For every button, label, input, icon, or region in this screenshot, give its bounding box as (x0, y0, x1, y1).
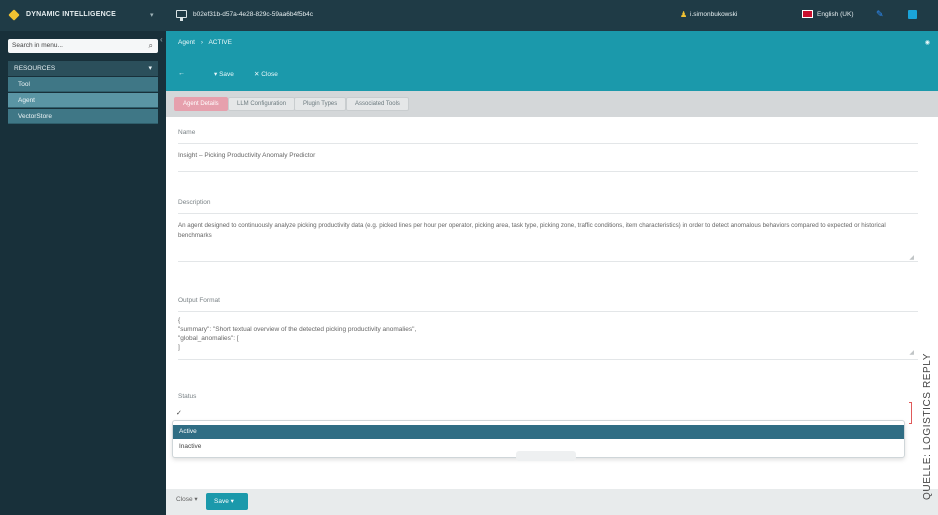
output-format-label: Output Format (178, 297, 220, 304)
resize-handle-icon[interactable]: ◢ (909, 254, 914, 261)
breadcrumb-current: ACTIVE (208, 39, 232, 46)
name-field[interactable]: Insight – Picking Productivity Anomaly P… (178, 152, 315, 159)
sidebar-item-label: Tool (18, 81, 30, 88)
tab-plugin-types[interactable]: Plugin Types (294, 97, 347, 111)
resize-handle-icon[interactable]: ◢ (909, 349, 914, 356)
source-watermark: QUELLE: LOGISTICS REPLY (922, 353, 933, 500)
save-button[interactable]: Save ▾ (206, 493, 248, 510)
main-content: Agent › ACTIVE ◉ ← ▾ Save ✕ Close Agent … (166, 31, 938, 515)
sidebar-item-label: VectorStore (18, 113, 52, 120)
description-label: Description (178, 199, 211, 206)
divider (178, 171, 918, 172)
tab-llm-configuration[interactable]: LLM Configuration (228, 97, 296, 111)
close-action-label: Close (261, 71, 278, 78)
bottom-action-bar: Close ▾ Save ▾ (166, 489, 938, 515)
save-label: Save (214, 498, 229, 505)
sidebar-item-tool[interactable]: Tool (8, 77, 158, 92)
header-menu-icon[interactable]: ◉ (925, 39, 930, 46)
cancel-button[interactable]: Close ▾ (176, 495, 198, 503)
back-button[interactable]: ← (178, 70, 185, 77)
sidebar-item-agent[interactable]: Agent (8, 93, 158, 108)
sidebar-item-label: Agent (18, 97, 35, 104)
divider (178, 261, 918, 262)
name-label: Name (178, 129, 196, 136)
language-selector[interactable]: English (UK) (817, 11, 853, 18)
sidebar: Search in menu... ⌕ RESOURCES ▾ Tool Age… (0, 31, 166, 515)
session-id[interactable]: b02ef31b-d57a-4e28-829c-59aa6b4f5b4c (193, 11, 313, 18)
close-action-button[interactable]: ✕ Close (254, 70, 278, 78)
breadcrumb-separator-icon: › (200, 39, 203, 46)
chevron-down-icon: ▾ (148, 65, 152, 72)
output-line: "global_anomalies": [ (178, 335, 239, 342)
save-action-label: Save (219, 71, 234, 78)
resources-section-header[interactable]: RESOURCES ▾ (8, 61, 158, 76)
theme-icon[interactable]: ✎ (876, 9, 884, 20)
cancel-label: Close (176, 496, 193, 503)
breadcrumb-root[interactable]: Agent (178, 39, 195, 46)
breadcrumb: Agent › ACTIVE (178, 39, 232, 46)
divider (178, 311, 918, 312)
tab-agent-details[interactable]: Agent Details (174, 97, 228, 111)
tab-bar: Agent Details LLM Configuration Plugin T… (166, 91, 938, 117)
menu-chevron-icon[interactable]: ▾ (150, 11, 154, 19)
uk-flag-icon (802, 10, 813, 18)
brand-logo-icon (8, 9, 20, 21)
divider (178, 359, 918, 360)
save-action-button[interactable]: ▾ Save (214, 70, 234, 78)
dropdown-footer-button[interactable] (516, 451, 576, 461)
user-menu[interactable]: i.simonbukowski (690, 11, 737, 18)
status-option-active[interactable]: Active (173, 425, 904, 439)
search-placeholder: Search in menu... (12, 42, 63, 49)
output-line: ] (178, 344, 180, 351)
apps-grid-icon[interactable] (908, 10, 917, 19)
search-input[interactable]: Search in menu... ⌕ (8, 39, 158, 53)
check-icon: ✓ (176, 410, 182, 417)
search-icon[interactable]: ⌕ (149, 41, 153, 51)
monitor-icon (176, 10, 187, 21)
description-field[interactable]: An agent designed to continuously analyz… (178, 221, 918, 241)
divider (178, 143, 918, 144)
divider (178, 213, 918, 214)
brand-name: DYNAMIC INTELLIGENCE (26, 11, 116, 18)
output-line: { (178, 317, 181, 324)
resources-label: RESOURCES (14, 65, 56, 72)
output-line: "summary": "Short textual overview of th… (178, 326, 417, 333)
required-indicator (909, 402, 912, 424)
status-label: Status (178, 393, 197, 400)
tab-associated-tools[interactable]: Associated Tools (346, 97, 409, 111)
sidebar-item-vectorstore[interactable]: VectorStore (8, 109, 158, 124)
top-bar: DYNAMIC INTELLIGENCE ▾ b02ef31b-d57a-4e2… (0, 0, 938, 31)
user-icon: ♟ (680, 10, 688, 19)
page-header: Agent › ACTIVE ◉ ← ▾ Save ✕ Close (166, 31, 938, 91)
